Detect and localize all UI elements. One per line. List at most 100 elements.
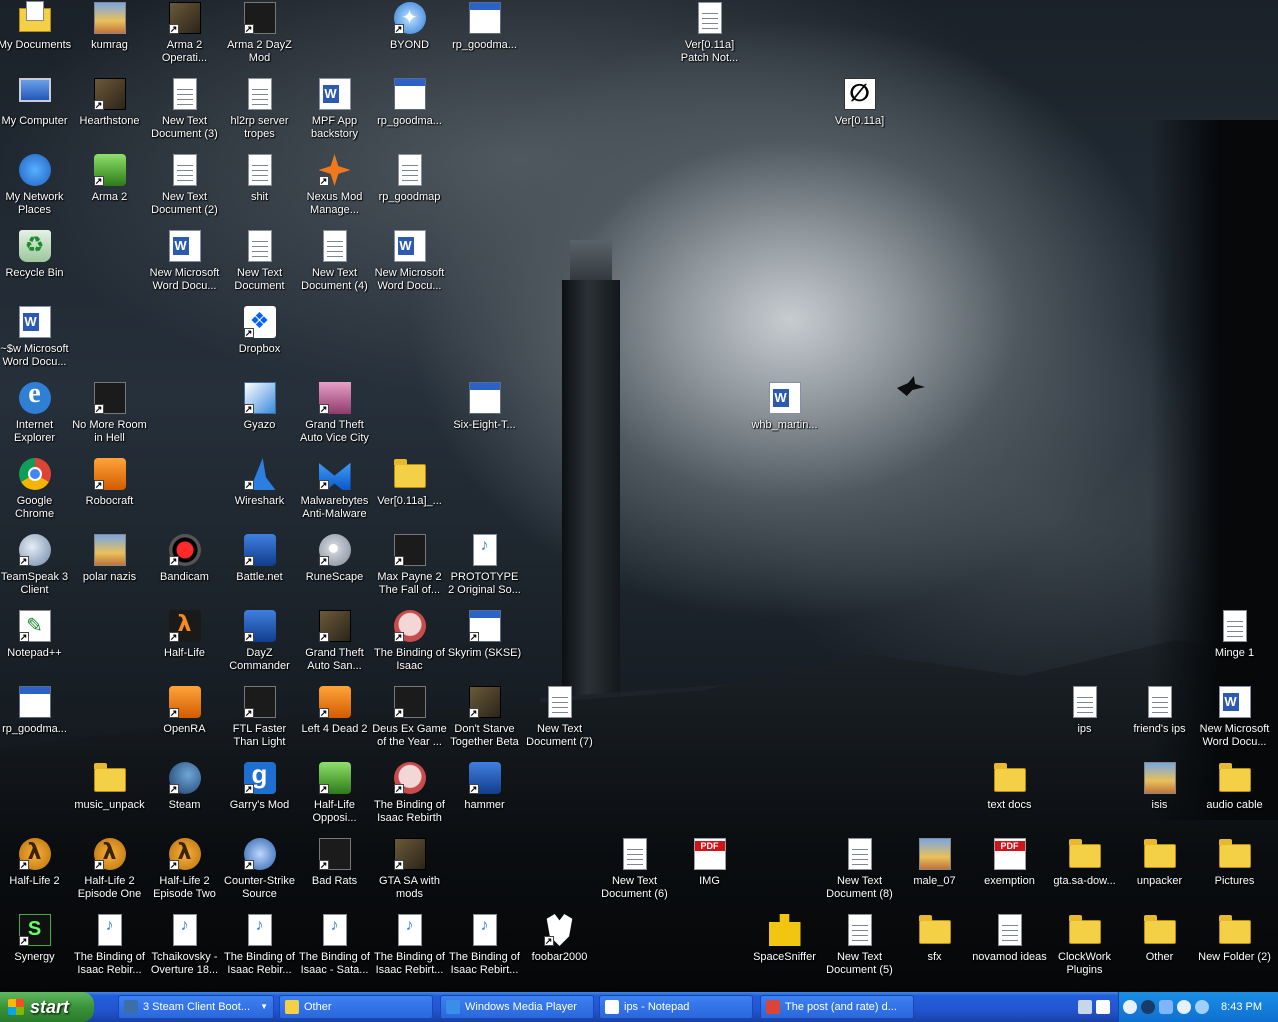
- desktop-icon[interactable]: hl2rp server tropes: [222, 78, 297, 141]
- desktop-icon[interactable]: My Network Places: [0, 154, 72, 217]
- desktop-icon[interactable]: Minge 1: [1197, 610, 1272, 660]
- desktop-icon[interactable]: ↗ Left 4 Dead 2: [297, 686, 372, 736]
- desktop-icon[interactable]: Ver[0.11a] Patch Not...: [672, 2, 747, 65]
- desktop-icon[interactable]: ↗ TeamSpeak 3 Client: [0, 534, 72, 597]
- desktop-icon[interactable]: rp_goodmap: [372, 154, 447, 204]
- desktop-icon[interactable]: ↗ Half-Life 2 Episode One: [72, 838, 147, 901]
- desktop-icon[interactable]: ↗ Half-Life: [147, 610, 222, 660]
- desktop-icon[interactable]: gta.sa-dow...: [1047, 838, 1122, 888]
- desktop-icon[interactable]: ~$w Microsoft Word Docu...: [0, 306, 72, 369]
- desktop-icon[interactable]: MPF App backstory: [297, 78, 372, 141]
- desktop-icon[interactable]: ↗ Wireshark: [222, 458, 297, 508]
- desktop-icon[interactable]: Pictures: [1197, 838, 1272, 888]
- desktop-icon[interactable]: ↗ Robocraft: [72, 458, 147, 508]
- taskbar-button-media-player[interactable]: Windows Media Player: [440, 995, 594, 1019]
- desktop-icon[interactable]: novamod ideas: [972, 914, 1047, 964]
- desktop-icon[interactable]: shit: [222, 154, 297, 204]
- desktop-icon[interactable]: The Binding of Isaac Rebir...: [222, 914, 297, 977]
- desktop-icon[interactable]: ↗ Dropbox: [222, 306, 297, 356]
- desktop-icon[interactable]: New Text Document (4): [297, 230, 372, 293]
- desktop-icon[interactable]: New Microsoft Word Docu...: [147, 230, 222, 293]
- desktop-icon[interactable]: polar nazis: [72, 534, 147, 584]
- desktop-icon[interactable]: Google Chrome: [0, 458, 72, 521]
- expand-tray-icon[interactable]: [1123, 1000, 1137, 1014]
- desktop-icon[interactable]: ↗ Bad Rats: [297, 838, 372, 888]
- desktop-icon[interactable]: male_07: [897, 838, 972, 888]
- start-button[interactable]: start: [0, 992, 94, 1022]
- desktop-icon[interactable]: New Text Document (3): [147, 78, 222, 141]
- desktop-icon[interactable]: The Binding of Isaac Rebirt...: [372, 914, 447, 977]
- desktop-icon[interactable]: audio cable: [1197, 762, 1272, 812]
- desktop-icon[interactable]: friend's ips: [1122, 686, 1197, 736]
- desktop-icon[interactable]: New Text Document (5): [822, 914, 897, 977]
- desktop-icon[interactable]: rp_goodma...: [0, 686, 72, 736]
- desktop-icon[interactable]: ↗ The Binding of Isaac: [372, 610, 447, 673]
- desktop-icon[interactable]: My Computer: [0, 78, 72, 128]
- desktop-icon[interactable]: rp_goodma...: [447, 2, 522, 52]
- desktop-icon[interactable]: New Microsoft Word Docu...: [372, 230, 447, 293]
- desktop-icon[interactable]: isis: [1122, 762, 1197, 812]
- desktop-icon[interactable]: Internet Explorer: [0, 378, 72, 445]
- desktop-icon[interactable]: ↗ The Binding of Isaac Rebirth: [372, 762, 447, 825]
- desktop-icon[interactable]: ↗ Arma 2 DayZ Mod: [222, 2, 297, 65]
- desktop-icon[interactable]: New Text Document (6): [597, 838, 672, 901]
- desktop-icon[interactable]: ↗ Malwarebytes Anti-Malware: [297, 458, 372, 521]
- desktop-icon[interactable]: ↗ DayZ Commander: [222, 610, 297, 673]
- desktop-icon[interactable]: ↗ Grand Theft Auto Vice City: [297, 382, 372, 445]
- desktop-icon[interactable]: whb_martin...: [747, 382, 822, 432]
- desktop-icon[interactable]: ↗ Don't Starve Together Beta: [447, 686, 522, 749]
- desktop-icon[interactable]: ↗ RuneScape: [297, 534, 372, 584]
- taskbar-button-other-folder[interactable]: Other: [279, 995, 433, 1019]
- flag-icon[interactable]: [1096, 1000, 1110, 1014]
- desktop-icon[interactable]: New Text Document (2): [147, 154, 222, 217]
- desktop-icon[interactable]: New Text Document: [222, 230, 297, 293]
- desktop-icon[interactable]: PROTOTYPE 2 Original So...: [447, 534, 522, 597]
- desktop-icon[interactable]: Recycle Bin: [0, 230, 72, 280]
- dropbox-tray-icon[interactable]: [1177, 1000, 1191, 1014]
- desktop-icon[interactable]: New Text Document (8): [822, 838, 897, 901]
- desktop-icon[interactable]: ↗ Steam: [147, 762, 222, 812]
- desktop-icon[interactable]: ips: [1047, 686, 1122, 736]
- taskbar-button-steam[interactable]: 3 Steam Client Boot... ▼: [118, 995, 274, 1019]
- desktop-icon[interactable]: The Binding of Isaac Rebirt...: [447, 914, 522, 977]
- desktop-icon[interactable]: ↗ GTA SA with mods: [372, 838, 447, 901]
- steam-tray-icon[interactable]: [1141, 1000, 1155, 1014]
- desktop-icon[interactable]: IMG: [672, 838, 747, 888]
- desktop-icon[interactable]: Six-Eight-T...: [447, 382, 522, 432]
- desktop-icon[interactable]: ↗ Bandicam: [147, 534, 222, 584]
- desktop-icon[interactable]: Tchaikovsky - Overture 18...: [147, 914, 222, 977]
- desktop-icon[interactable]: ↗ OpenRA: [147, 686, 222, 736]
- desktop-icon[interactable]: ↗ Half-Life 2 Episode Two: [147, 838, 222, 901]
- desktop-icon[interactable]: ↗ Nexus Mod Manage...: [297, 154, 372, 217]
- taskbar-button-chrome[interactable]: The post (and rate) d...: [760, 995, 914, 1019]
- taskbar-button-notepad[interactable]: ips - Notepad: [599, 995, 753, 1019]
- desktop-icon[interactable]: Other: [1122, 914, 1197, 964]
- desktop-icon[interactable]: ↗ Hearthstone: [72, 78, 147, 128]
- desktop-icon[interactable]: ↗ foobar2000: [522, 914, 597, 964]
- desktop-icon[interactable]: ↗ Battle.net: [222, 534, 297, 584]
- desktop-icon[interactable]: ↗ FTL Faster Than Light: [222, 686, 297, 749]
- desktop-icon[interactable]: SpaceSniffer: [747, 914, 822, 964]
- desktop-icon[interactable]: The Binding of Isaac Rebir...: [72, 914, 147, 977]
- desktop-icon[interactable]: ↗ Synergy: [0, 914, 72, 964]
- desktop-icon[interactable]: music_unpack: [72, 762, 147, 812]
- desktop-icon[interactable]: ↗ Arma 2 Operati...: [147, 2, 222, 65]
- desktop-icon[interactable]: ↗ Skyrim (SKSE): [447, 610, 522, 660]
- desktop-icon[interactable]: The Binding of Isaac - Sata...: [297, 914, 372, 977]
- desktop-icon[interactable]: Ver[0.11a]: [822, 78, 897, 128]
- desktop-icon[interactable]: ↗ Gyazo: [222, 382, 297, 432]
- desktop-icon[interactable]: New Text Document (7): [522, 686, 597, 749]
- desktop-icon[interactable]: text docs: [972, 762, 1047, 812]
- desktop-icon[interactable]: ↗ Max Payne 2 The Fall of...: [372, 534, 447, 597]
- desktop-icon[interactable]: unpacker: [1122, 838, 1197, 888]
- desktop-icon[interactable]: kumrag: [72, 2, 147, 52]
- desktop-icon[interactable]: ↗ BYOND: [372, 2, 447, 52]
- pen-icon[interactable]: [1078, 1000, 1092, 1014]
- desktop-icon[interactable]: ClockWork Plugins: [1047, 914, 1122, 977]
- security-tray-icon[interactable]: [1195, 1000, 1209, 1014]
- clock[interactable]: 8:43 PM: [1221, 992, 1262, 1022]
- desktop-icon[interactable]: rp_goodma...: [372, 78, 447, 128]
- desktop-icon[interactable]: ↗ Half-Life Opposi...: [297, 762, 372, 825]
- desktop-icon[interactable]: ↗ Grand Theft Auto San...: [297, 610, 372, 673]
- desktop-icon[interactable]: Ver[0.11a]_...: [372, 458, 447, 508]
